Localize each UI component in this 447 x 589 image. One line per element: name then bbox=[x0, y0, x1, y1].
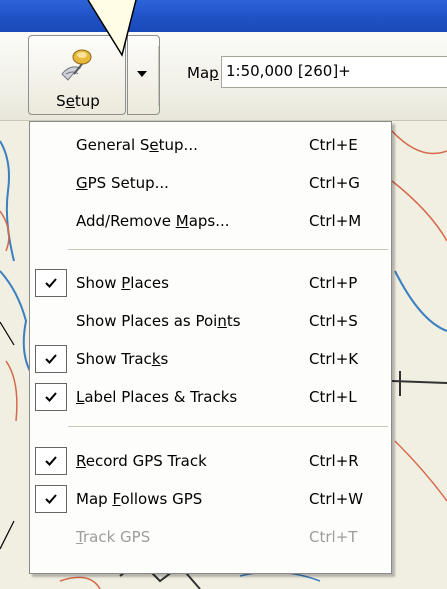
menu-item-shortcut: Ctrl+S bbox=[309, 312, 358, 330]
setup-button[interactable]: Setup bbox=[28, 35, 160, 115]
checkmark-icon bbox=[45, 456, 57, 466]
menu-item-gps-setup[interactable]: GPS Setup... Ctrl+G bbox=[30, 166, 391, 200]
setup-satellite-icon bbox=[61, 49, 92, 81]
menu-item-add-remove-maps[interactable]: Add/Remove Maps... Ctrl+M bbox=[30, 204, 391, 238]
setup-dropdown-button[interactable] bbox=[127, 35, 160, 115]
menu-item-shortcut: Ctrl+M bbox=[309, 212, 362, 230]
setup-label: Setup bbox=[56, 92, 100, 110]
menu-item-map-follows-gps[interactable]: Map Follows GPS Ctrl+W bbox=[30, 482, 391, 516]
checkmark-icon bbox=[45, 354, 57, 364]
checkmark-box bbox=[35, 447, 67, 475]
checkmark-icon bbox=[45, 494, 57, 504]
toolbar-separator bbox=[158, 46, 159, 106]
menu-item-shortcut: Ctrl+W bbox=[309, 490, 364, 508]
menu-item-shortcut: Ctrl+T bbox=[309, 528, 358, 546]
menu-item-label: Show Places as Points bbox=[76, 312, 241, 330]
menu-item-label-places-tracks[interactable]: Label Places & Tracks Ctrl+L bbox=[30, 380, 391, 414]
dropdown-arrow-icon bbox=[137, 71, 147, 77]
menu-item-shortcut: Ctrl+P bbox=[309, 274, 358, 292]
menu-item-shortcut: Ctrl+G bbox=[309, 174, 360, 192]
checkmark-box bbox=[35, 485, 67, 513]
window-title-bar bbox=[0, 0, 447, 32]
checkmark-box bbox=[35, 345, 67, 373]
menu-separator-highlight bbox=[68, 250, 388, 251]
checkmark-box bbox=[35, 269, 67, 297]
menu-item-show-places-as-points[interactable]: Show Places as Points Ctrl+S bbox=[30, 304, 391, 338]
menu-item-label: Show Tracks bbox=[76, 350, 169, 368]
menu-item-label: General Setup... bbox=[76, 136, 198, 154]
menu-item-label: Add/Remove Maps... bbox=[76, 212, 230, 230]
map-label: Map bbox=[187, 64, 219, 82]
checkmark-icon bbox=[45, 392, 57, 402]
map-scale-field[interactable]: 1:50,000 [260]+ bbox=[221, 56, 447, 88]
menu-item-label: Map Follows GPS bbox=[76, 490, 203, 508]
menu-item-shortcut: Ctrl+L bbox=[309, 388, 357, 406]
toolbar: Setup Map 1:50,000 [260]+ bbox=[0, 32, 447, 121]
menu-item-label: Show Places bbox=[76, 274, 169, 292]
menu-item-shortcut: Ctrl+K bbox=[309, 350, 359, 368]
menu-item-shortcut: Ctrl+E bbox=[309, 136, 358, 154]
menu-item-general-setup[interactable]: General Setup... Ctrl+E bbox=[30, 128, 391, 162]
menu-separator-highlight bbox=[68, 427, 388, 428]
setup-dropdown-menu: General Setup... Ctrl+E GPS Setup... Ctr… bbox=[29, 121, 392, 574]
menu-item-track-gps: Track GPS Ctrl+T bbox=[30, 520, 391, 554]
menu-item-show-tracks[interactable]: Show Tracks Ctrl+K bbox=[30, 342, 391, 376]
menu-item-show-places[interactable]: Show Places Ctrl+P bbox=[30, 266, 391, 300]
menu-item-label: Record GPS Track bbox=[76, 452, 207, 470]
menu-item-label: GPS Setup... bbox=[76, 174, 169, 192]
checkmark-icon bbox=[45, 278, 57, 288]
checkmark-box bbox=[35, 383, 67, 411]
menu-item-record-gps-track[interactable]: Record GPS Track Ctrl+R bbox=[30, 444, 391, 478]
menu-item-shortcut: Ctrl+R bbox=[309, 452, 359, 470]
menu-item-label: Label Places & Tracks bbox=[76, 388, 238, 406]
menu-item-label: Track GPS bbox=[76, 528, 151, 546]
